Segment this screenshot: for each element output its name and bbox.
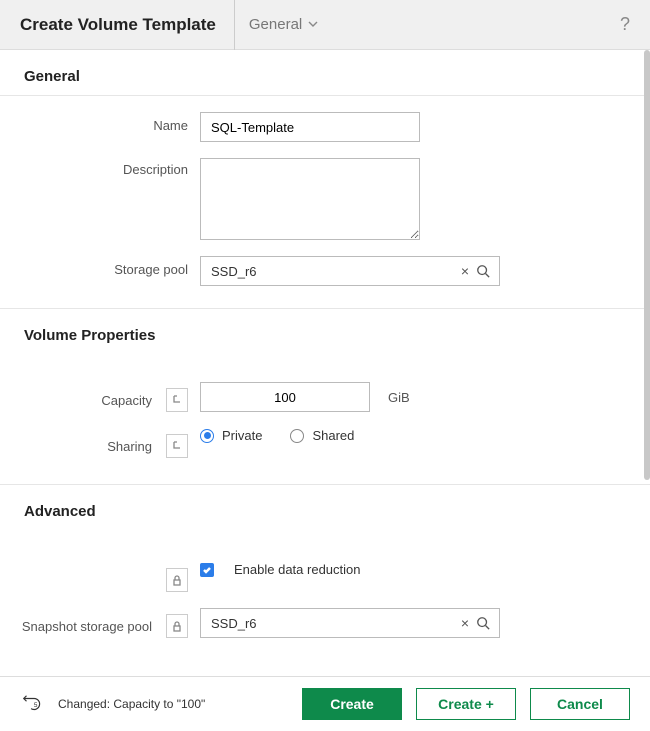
clear-icon[interactable]: × — [455, 263, 475, 279]
search-icon[interactable] — [475, 615, 491, 631]
chevron-down-icon — [308, 16, 318, 33]
lock-icon[interactable] — [166, 614, 188, 638]
inherit-icon[interactable] — [166, 388, 188, 412]
sharing-private-radio[interactable] — [200, 429, 214, 443]
section-title-general: General — [0, 50, 650, 95]
sharing-private-label: Private — [222, 428, 262, 443]
label-name: Name — [153, 118, 188, 133]
cancel-button[interactable]: Cancel — [530, 688, 630, 720]
label-description: Description — [123, 162, 188, 177]
svg-text:5: 5 — [34, 702, 38, 709]
row-data-reduction: Enable data reduction — [0, 554, 650, 600]
storage-pool-value: SSD_r6 — [211, 264, 455, 279]
dialog-title: Create Volume Template — [20, 0, 235, 50]
help-icon[interactable]: ? — [620, 14, 630, 35]
capacity-input[interactable] — [200, 382, 370, 412]
row-sharing: Sharing Private Shared — [0, 420, 650, 484]
label-storage-pool: Storage pool — [114, 262, 188, 277]
description-input[interactable] — [200, 158, 420, 240]
create-button[interactable]: Create — [302, 688, 402, 720]
section-title-volprops: Volume Properties — [0, 309, 650, 354]
row-storage-pool: Storage pool SSD_r6 × — [0, 248, 650, 308]
section-dropdown-label: General — [249, 16, 302, 33]
name-input[interactable] — [200, 112, 420, 142]
dialog-header: Create Volume Template General ? — [0, 0, 650, 50]
row-snapshot-pool: Snapshot storage pool SSD_r6 × — [0, 600, 650, 646]
sharing-shared-radio[interactable] — [290, 429, 304, 443]
section-dropdown[interactable]: General — [249, 16, 318, 33]
dialog-footer: 5 Changed: Capacity to "100" Create Crea… — [0, 676, 650, 731]
inherit-icon[interactable] — [166, 434, 188, 458]
label-sharing: Sharing — [107, 439, 152, 454]
row-name: Name — [0, 104, 650, 150]
scrollbar[interactable] — [644, 50, 650, 480]
search-icon[interactable] — [475, 263, 491, 279]
label-capacity: Capacity — [101, 393, 152, 408]
undo-icon[interactable]: 5 — [20, 692, 44, 716]
status-text: Changed: Capacity to "100" — [58, 697, 205, 711]
row-description: Description — [0, 150, 650, 248]
enable-data-reduction-checkbox[interactable] — [200, 563, 214, 577]
row-capacity: Capacity GiB — [0, 374, 650, 420]
capacity-unit: GiB — [380, 390, 410, 405]
sharing-shared-label: Shared — [312, 428, 354, 443]
lock-icon[interactable] — [166, 568, 188, 592]
create-plus-button[interactable]: Create + — [416, 688, 516, 720]
label-snapshot-pool: Snapshot storage pool — [22, 619, 152, 634]
snapshot-pool-combo[interactable]: SSD_r6 × — [200, 608, 500, 638]
enable-data-reduction-label: Enable data reduction — [234, 562, 360, 577]
storage-pool-combo[interactable]: SSD_r6 × — [200, 256, 500, 286]
snapshot-pool-value: SSD_r6 — [211, 616, 455, 631]
section-title-advanced: Advanced — [0, 485, 650, 530]
clear-icon[interactable]: × — [455, 615, 475, 631]
form-body: General Name Description Storage pool SS… — [0, 50, 650, 676]
